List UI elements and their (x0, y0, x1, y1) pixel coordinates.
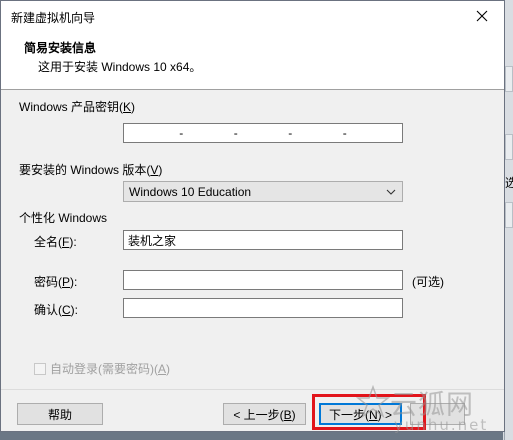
background-text: 选 (505, 176, 513, 190)
next-button[interactable]: 下一步(N) > (319, 403, 402, 425)
finish-button[interactable] (410, 403, 465, 425)
back-button[interactable]: < 上一步(B) (223, 403, 306, 425)
confirm-password-label: 确认(C): (34, 303, 79, 317)
confirm-password-input[interactable] (123, 298, 403, 318)
product-key-input[interactable]: - - - - (123, 123, 403, 143)
page-subtitle: 这用于安装 Windows 10 x64。 (38, 60, 202, 74)
close-button[interactable] (460, 1, 504, 31)
password-input[interactable] (123, 270, 403, 290)
background-button (505, 202, 513, 228)
background-button (505, 66, 513, 92)
autologin-checkbox[interactable]: 自动登录(需要密码)(A) (34, 360, 170, 377)
checkbox-box (34, 362, 46, 375)
wizard-header: 简易安装信息 这用于安装 Windows 10 x64。 (1, 31, 504, 90)
window-title: 新建虚拟机向导 (11, 11, 96, 25)
windows-version-label: 要安装的 Windows 版本(V) (19, 163, 163, 177)
product-key-label: Windows 产品密钥(K) (19, 100, 136, 114)
close-icon (476, 10, 488, 22)
new-vm-wizard-dialog: 新建虚拟机向导 简易安装信息 这用于安装 Windows 10 x64。 Win… (0, 0, 505, 432)
key-separator: - (179, 126, 184, 140)
password-label: 密码(P): (34, 275, 78, 289)
personalize-section-label: 个性化 Windows (19, 211, 108, 225)
key-separator: - (288, 126, 293, 140)
page-title: 简易安装信息 (24, 41, 97, 55)
chevron-down-icon (386, 189, 396, 195)
fullname-label: 全名(F): (34, 235, 77, 249)
help-button[interactable]: 帮助 (17, 403, 103, 425)
title-bar: 新建虚拟机向导 (1, 1, 504, 31)
fullname-input[interactable] (123, 230, 403, 250)
password-optional-hint: (可选) (412, 275, 444, 289)
footer-divider (1, 389, 504, 390)
selected-version: Windows 10 Education (129, 185, 252, 199)
key-separator: - (233, 126, 238, 140)
windows-version-select[interactable]: Windows 10 Education (123, 181, 403, 202)
background-button (505, 134, 513, 160)
key-separator: - (342, 126, 347, 140)
autologin-label: 自动登录(需要密码)(A) (50, 362, 171, 376)
